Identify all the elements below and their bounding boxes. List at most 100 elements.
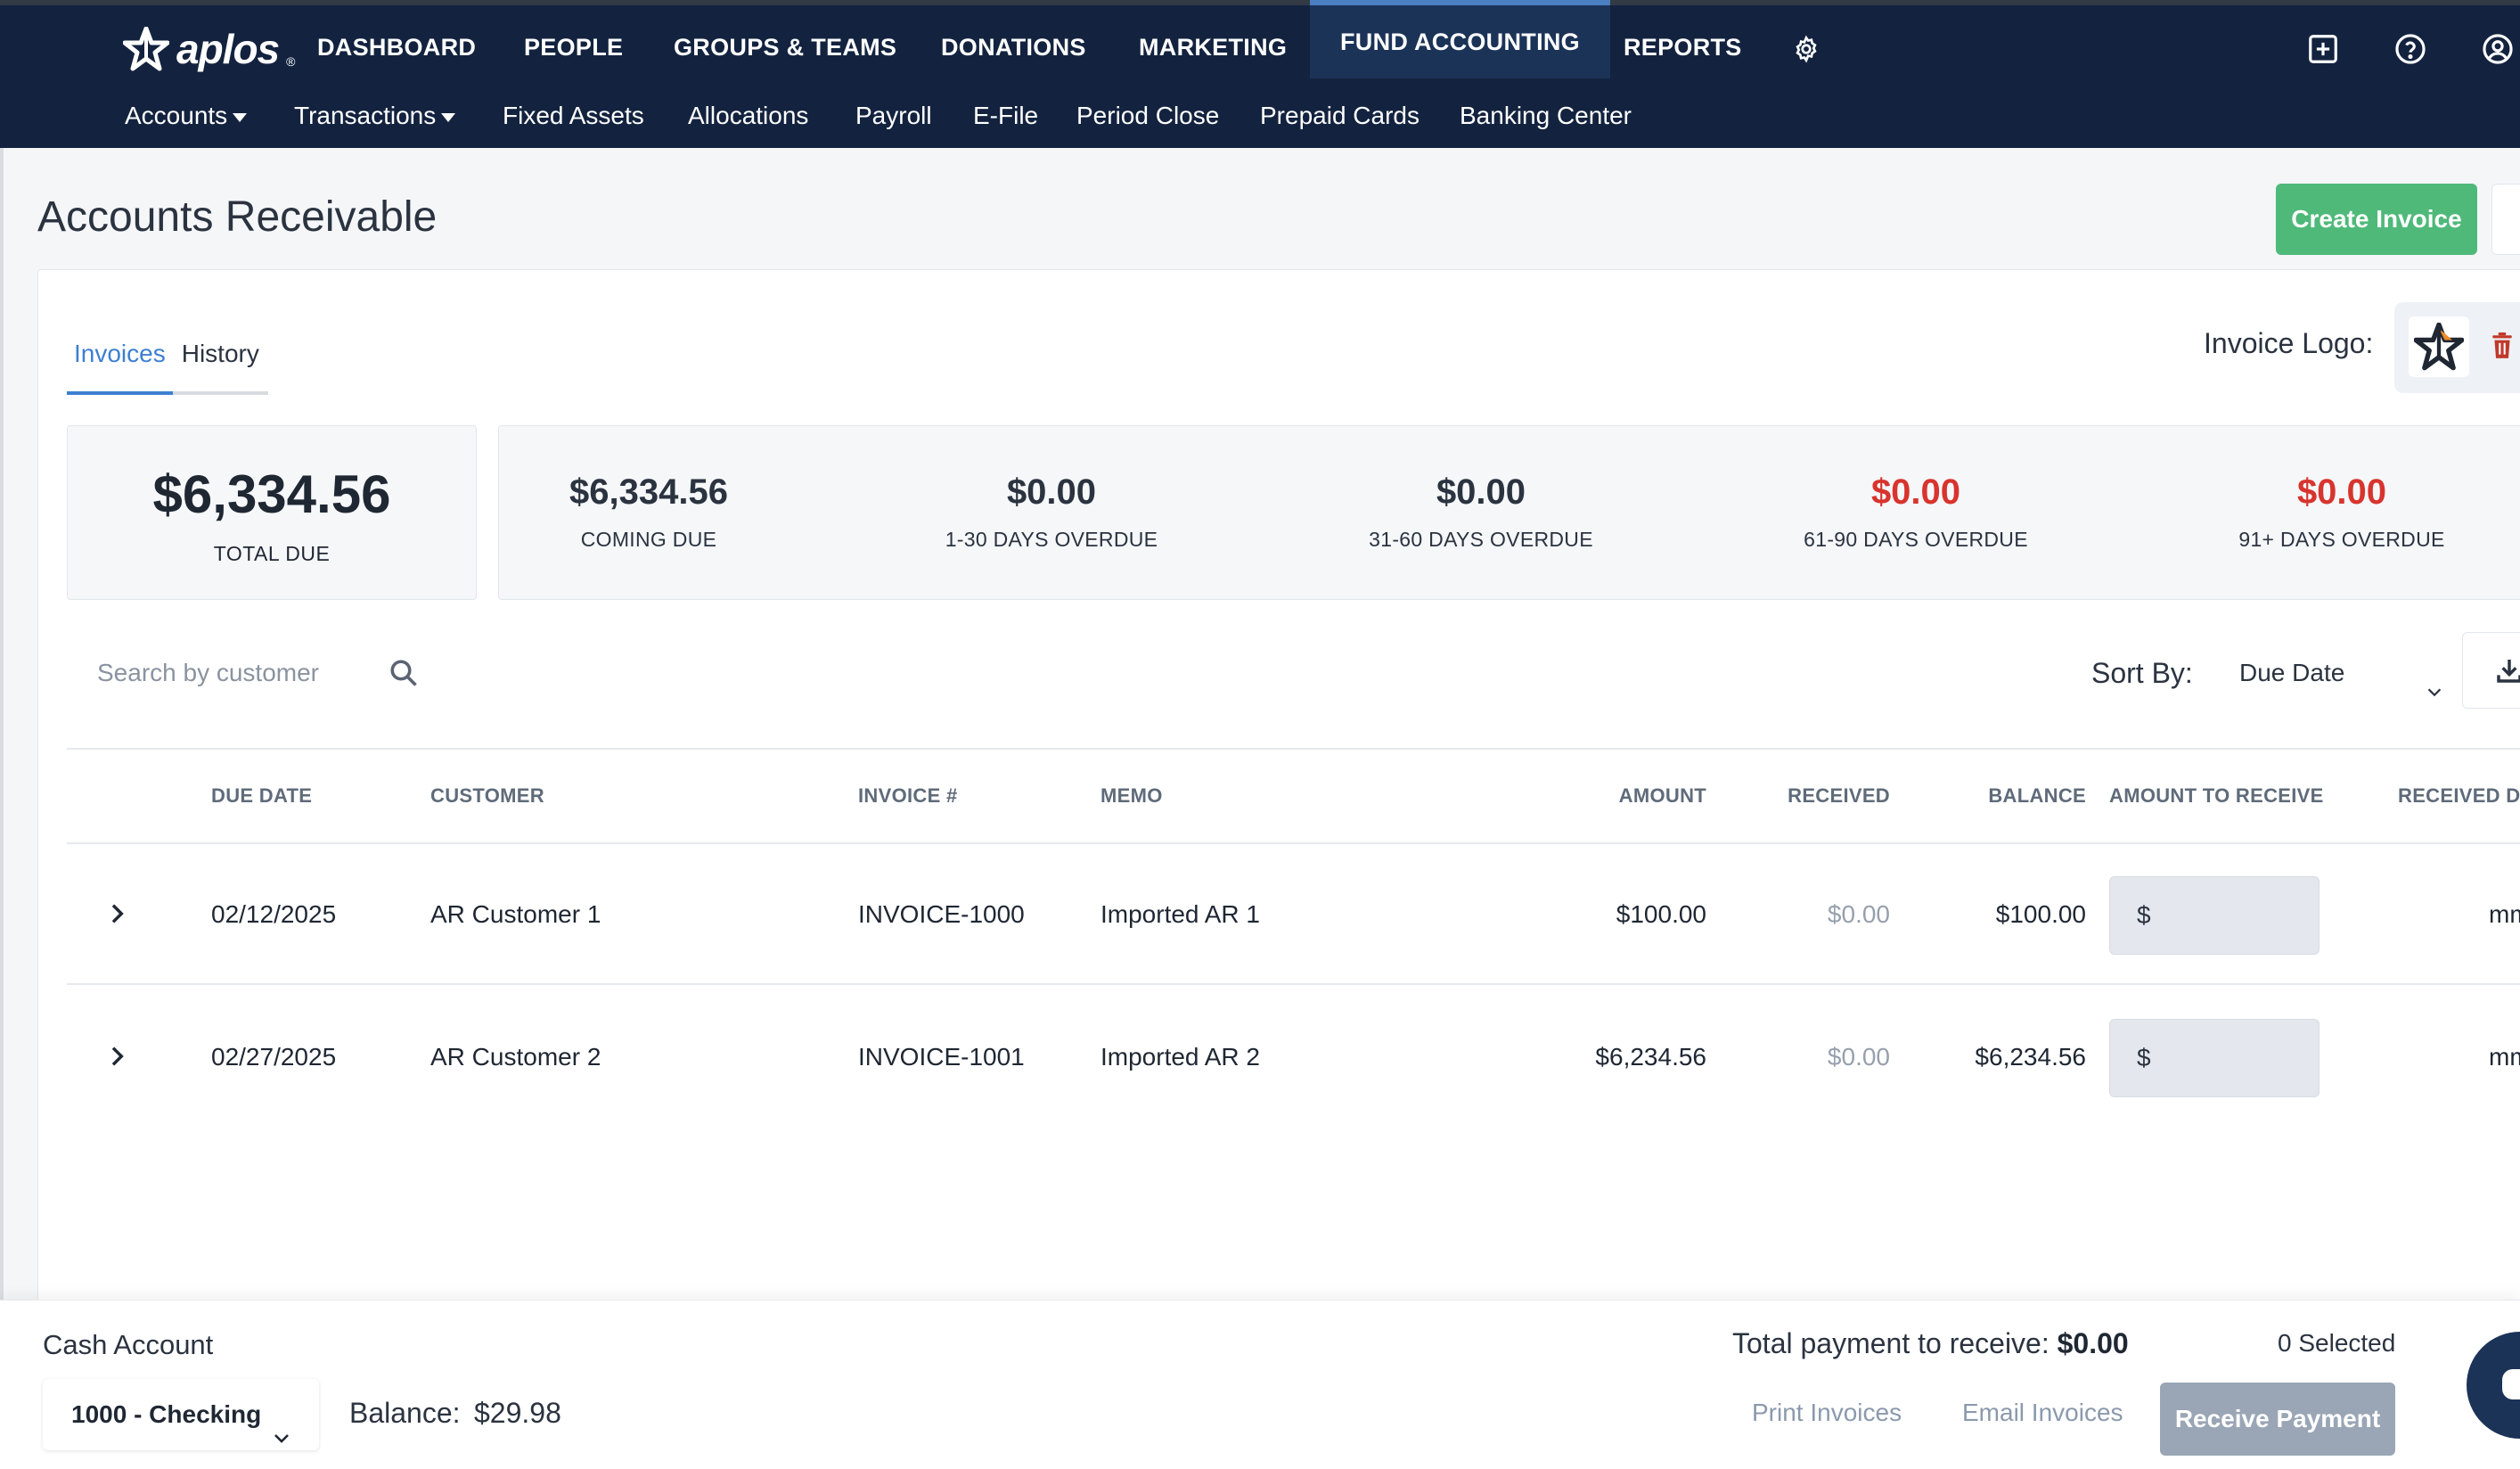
sort-by-label: Sort By: — [2091, 657, 2193, 689]
nav-fund-accounting[interactable]: FUND ACCOUNTING — [1310, 0, 1610, 78]
create-invoice-button[interactable]: Create Invoice — [2276, 184, 2477, 255]
aging-1-30-days: $0.00 1-30 DAYS OVERDUE — [891, 426, 1212, 601]
sort-by-select[interactable]: Due Date — [2230, 643, 2453, 703]
subnav-accounts[interactable]: Accounts — [125, 78, 248, 148]
table-row: 02/27/2025 AR Customer 2 INVOICE-1001 Im… — [67, 987, 2520, 1128]
aplos-star-logo-icon — [123, 27, 169, 71]
col-customer[interactable]: CUSTOMER — [430, 750, 544, 842]
subnav-transactions-label: Transactions — [294, 102, 437, 129]
cell-amount: $6,234.56 — [1595, 1043, 1706, 1071]
aging-label: 91+ DAYS OVERDUE — [2238, 528, 2445, 551]
col-balance[interactable]: BALANCE — [1872, 750, 2086, 842]
chevron-right-icon[interactable] — [102, 899, 131, 932]
subnav-fixed-assets[interactable]: Fixed Assets — [503, 78, 644, 148]
sub-nav: Accounts Transactions Fixed Assets Alloc… — [0, 78, 2520, 148]
aging-61-90-days: $0.00 61-90 DAYS OVERDUE — [1755, 426, 2076, 601]
search-bar — [67, 627, 441, 719]
col-due-date[interactable]: DUE DATE — [211, 750, 312, 842]
col-amount[interactable]: AMOUNT — [1493, 750, 1706, 842]
top-navigation: aplos ® DASHBOARD PEOPLE GROUPS & TEAMS … — [0, 0, 2520, 148]
cash-account-select[interactable]: 1000 - Checking — [43, 1379, 319, 1450]
aging-label: 1-30 DAYS OVERDUE — [945, 528, 1158, 551]
cell-due-date: 02/27/2025 — [211, 1043, 337, 1071]
nav-people[interactable]: PEOPLE — [524, 5, 623, 78]
col-amount-to-receive[interactable]: AMOUNT TO RECEIVE — [2109, 750, 2324, 842]
total-due-value: $6,334.56 — [152, 464, 391, 524]
sort-by-value: Due Date — [2239, 659, 2345, 686]
nav-dashboard[interactable]: DASHBOARD — [317, 5, 476, 78]
aging-value: $6,334.56 — [569, 472, 728, 512]
add-box-icon[interactable] — [2306, 32, 2340, 66]
nav-groups-teams[interactable]: GROUPS & TEAMS — [674, 5, 896, 78]
total-due-label: TOTAL DUE — [213, 542, 331, 565]
chat-icon — [2502, 1369, 2520, 1399]
cell-due-date: 02/12/2025 — [211, 900, 337, 928]
download-icon — [2495, 656, 2520, 689]
caret-down-icon — [233, 112, 248, 122]
subnav-transactions[interactable]: Transactions — [294, 78, 456, 148]
subnav-e-file[interactable]: E-File — [973, 78, 1038, 148]
col-memo[interactable]: MEMO — [1100, 750, 1163, 842]
print-invoices-button[interactable]: Print Invoices — [1752, 1386, 1902, 1440]
main-nav: aplos ® DASHBOARD PEOPLE GROUPS & TEAMS … — [0, 0, 2520, 78]
balance-label: Balance: — [349, 1397, 461, 1429]
invoice-logo-label: Invoice Logo: — [2204, 327, 2374, 359]
payment-footer: Cash Account 1000 - Checking Balance: $2… — [0, 1300, 2520, 1469]
user-account-icon[interactable] — [2481, 32, 2515, 66]
cell-amount: $100.00 — [1616, 900, 1706, 928]
aging-value: $0.00 — [1006, 472, 1097, 512]
receive-payment-button[interactable]: Receive Payment — [2160, 1383, 2395, 1456]
received-date-input[interactable]: mm/ — [2489, 844, 2520, 985]
cash-account-label: Cash Account — [43, 1329, 214, 1360]
subnav-allocations[interactable]: Allocations — [688, 78, 808, 148]
total-payment-label: Total payment to receive: — [1732, 1327, 2050, 1359]
total-payment-value: $0.00 — [2057, 1327, 2129, 1359]
invoice-logo-box — [2394, 302, 2520, 393]
more-actions-button[interactable] — [2491, 184, 2520, 255]
nav-donations[interactable]: DONATIONS — [941, 5, 1086, 78]
trash-icon[interactable] — [2491, 332, 2514, 364]
invoice-logo-image[interactable] — [2409, 316, 2469, 377]
email-invoices-button[interactable]: Email Invoices — [1962, 1386, 2123, 1440]
logo-text: aplos — [176, 26, 280, 72]
help-circle-icon[interactable] — [2393, 32, 2427, 66]
cell-memo: Imported AR 2 — [1100, 1043, 1260, 1071]
window-left-edge — [0, 148, 4, 1469]
subnav-period-close[interactable]: Period Close — [1076, 78, 1219, 148]
caret-down-icon — [441, 112, 456, 122]
chevron-down-icon — [271, 1406, 292, 1469]
amount-to-receive-input[interactable] — [2109, 1019, 2320, 1097]
total-payment: Total payment to receive: $0.00 — [1732, 1327, 2129, 1360]
search-input[interactable] — [67, 643, 370, 703]
subnav-prepaid-cards[interactable]: Prepaid Cards — [1260, 78, 1420, 148]
amount-to-receive-input[interactable] — [2109, 876, 2320, 955]
aging-91-plus-days: $0.00 91+ DAYS OVERDUE — [2181, 426, 2502, 601]
received-date-input[interactable]: mm/ — [2489, 987, 2520, 1128]
subnav-accounts-label: Accounts — [125, 102, 228, 129]
chevron-down-icon — [2425, 664, 2444, 725]
chevron-right-icon[interactable] — [102, 1042, 131, 1075]
selected-count: 0 Selected — [2278, 1329, 2396, 1357]
table-header: DUE DATE CUSTOMER INVOICE # MEMO AMOUNT … — [67, 748, 2520, 844]
col-received-date[interactable]: RECEIVED DA — [2398, 750, 2520, 842]
col-received[interactable]: RECEIVED — [1676, 750, 1890, 842]
cell-balance: $6,234.56 — [1975, 1043, 2086, 1071]
nav-marketing[interactable]: MARKETING — [1139, 5, 1287, 78]
page-title: Accounts Receivable — [37, 193, 438, 241]
tab-history[interactable]: History — [172, 332, 268, 395]
cell-customer: AR Customer 1 — [430, 900, 601, 928]
aging-label: COMING DUE — [580, 528, 717, 551]
search-icon[interactable] — [388, 657, 420, 693]
aging-label: 31-60 DAYS OVERDUE — [1369, 528, 1593, 551]
invoices-panel: Invoices History Invoice Logo: $6,334.56… — [37, 269, 2520, 1303]
aging-value: $0.00 — [2296, 472, 2387, 512]
subnav-payroll[interactable]: Payroll — [855, 78, 932, 148]
tab-invoices[interactable]: Invoices — [67, 332, 173, 395]
settings-gear-icon[interactable] — [1789, 32, 1823, 66]
subnav-banking-center[interactable]: Banking Center — [1460, 78, 1632, 148]
col-invoice-number[interactable]: INVOICE # — [858, 750, 958, 842]
cell-balance: $100.00 — [1995, 900, 2086, 928]
aplos-logo[interactable]: aplos ® — [123, 26, 295, 72]
nav-reports[interactable]: REPORTS — [1624, 5, 1742, 78]
download-button[interactable] — [2462, 632, 2520, 709]
